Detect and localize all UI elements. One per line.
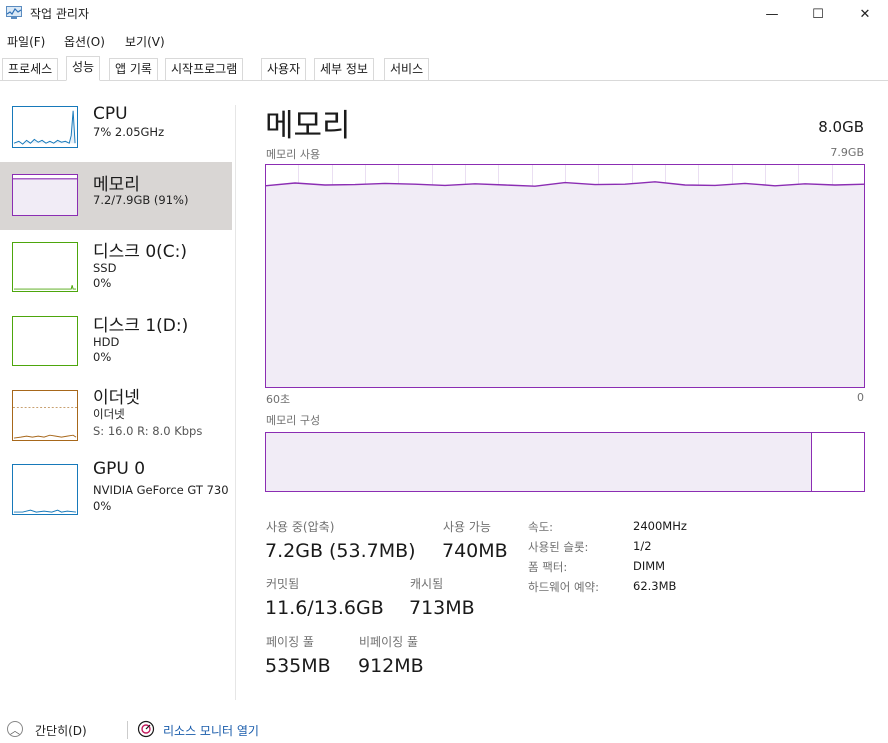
page-title: 메모리: [265, 108, 351, 144]
maximize-button[interactable]: ☐: [795, 0, 841, 28]
committed-label: 커밋됨: [266, 577, 300, 591]
tab-details[interactable]: 세부 정보: [314, 58, 374, 80]
paged-pool-label: 페이징 풀: [266, 635, 314, 649]
resource-monitor-icon[interactable]: [137, 720, 155, 738]
spec-slots-value: 1/2: [633, 539, 652, 553]
spec-speed-label: 속도:: [528, 520, 554, 534]
gpu-thumbnail: [12, 464, 78, 515]
open-resource-monitor-link[interactable]: 리소스 모니터 열기: [163, 722, 259, 739]
sidebar-item-type: NVIDIA GeForce GT 730: [93, 483, 229, 497]
chevron-up-icon[interactable]: ︿: [7, 721, 23, 737]
committed-value: 11.6/13.6GB: [265, 597, 384, 619]
available-value: 740MB: [442, 540, 508, 562]
sidebar-item-type: 이더넷: [93, 407, 125, 421]
menu-options[interactable]: 옵션(O): [64, 33, 105, 50]
sidebar-item-title: 메모리: [93, 175, 140, 195]
disk1-thumbnail: [12, 316, 78, 366]
collapse-link[interactable]: 간단히(D): [35, 722, 87, 739]
in-use-label: 사용 중(압축): [266, 520, 335, 534]
disk0-thumbnail: [12, 242, 78, 292]
sidebar-item-detail: 0%: [93, 499, 112, 513]
sidebar-item-disk1[interactable]: 디스크 1(D:) HDD 0%: [0, 306, 232, 374]
spec-reserved-label: 하드웨어 예약:: [528, 580, 600, 594]
window-title: 작업 관리자: [30, 7, 90, 21]
memory-thumbnail: [12, 174, 78, 216]
memory-usage-chart: [265, 164, 865, 388]
total-memory: 8.0GB: [818, 118, 864, 136]
sidebar-item-detail: 7.2/7.9GB (91%): [93, 193, 189, 207]
ethernet-thumbnail: [12, 390, 78, 441]
sidebar-item-detail: 7% 2.05GHz: [93, 125, 165, 139]
nonpaged-pool-value: 912MB: [358, 655, 424, 677]
usage-chart-label: 메모리 사용: [266, 148, 321, 161]
nonpaged-pool-label: 비페이징 풀: [359, 635, 419, 649]
spec-form-factor-value: DIMM: [633, 559, 666, 573]
sidebar-item-memory[interactable]: 메모리 7.2/7.9GB (91%): [0, 162, 232, 230]
minimize-button[interactable]: —: [749, 0, 795, 28]
tab-startup[interactable]: 시작프로그램: [165, 58, 244, 80]
cached-value: 713MB: [409, 597, 475, 619]
footer-separator: [127, 721, 128, 739]
tab-processes[interactable]: 프로세스: [2, 58, 59, 80]
usage-chart-max: 7.9GB: [830, 146, 864, 159]
spec-speed-value: 2400MHz: [633, 519, 687, 533]
sidebar-item-detail: 0%: [93, 350, 112, 364]
sidebar-item-title: 디스크 1(D:): [93, 316, 189, 336]
tab-users[interactable]: 사용자: [261, 58, 307, 80]
sidebar-item-title: CPU: [93, 104, 128, 124]
in-use-value: 7.2GB (53.7MB): [265, 540, 416, 562]
close-button[interactable]: ✕: [842, 0, 888, 28]
sidebar-item-gpu[interactable]: GPU 0 NVIDIA GeForce GT 730 0%: [0, 454, 232, 522]
tab-app-history[interactable]: 앱 기록: [109, 58, 158, 80]
tab-services[interactable]: 서비스: [384, 58, 430, 80]
chart-x-left-label: 60초: [266, 393, 291, 406]
spec-form-factor-label: 폼 팩터:: [528, 560, 568, 574]
sidebar-item-title: 이더넷: [93, 388, 140, 408]
menu-view[interactable]: 보기(V): [125, 33, 165, 50]
sidebar-item-ethernet[interactable]: 이더넷 이더넷 S: 16.0 R: 8.0 Kbps: [0, 380, 232, 448]
sidebar-item-detail: S: 16.0 R: 8.0 Kbps: [93, 424, 203, 438]
tab-performance[interactable]: 성능: [66, 56, 101, 81]
task-manager-icon: [6, 6, 22, 19]
sidebar-item-type: HDD: [93, 335, 120, 349]
composition-in-use: [265, 432, 812, 492]
sidebar-item-type: SSD: [93, 261, 117, 275]
cached-label: 캐시됨: [410, 577, 444, 591]
menu-file[interactable]: 파일(F): [7, 33, 45, 50]
spec-reserved-value: 62.3MB: [633, 579, 677, 593]
spec-slots-label: 사용된 슬롯:: [528, 540, 589, 554]
composition-label: 메모리 구성: [266, 414, 321, 427]
memory-composition-bar: [265, 432, 865, 492]
paged-pool-value: 535MB: [265, 655, 331, 677]
sidebar-item-title: GPU 0: [93, 459, 146, 479]
sidebar-item-detail: 0%: [93, 276, 112, 290]
chart-x-right-label: 0: [857, 391, 864, 404]
cpu-thumbnail: [12, 106, 78, 148]
sidebar-item-title: 디스크 0(C:): [93, 242, 188, 262]
sidebar-divider: [235, 105, 236, 700]
usage-area: [265, 181, 865, 388]
available-label: 사용 가능: [443, 520, 491, 534]
sidebar-item-cpu[interactable]: CPU 7% 2.05GHz: [0, 92, 232, 160]
sidebar-item-disk0[interactable]: 디스크 0(C:) SSD 0%: [0, 232, 232, 300]
